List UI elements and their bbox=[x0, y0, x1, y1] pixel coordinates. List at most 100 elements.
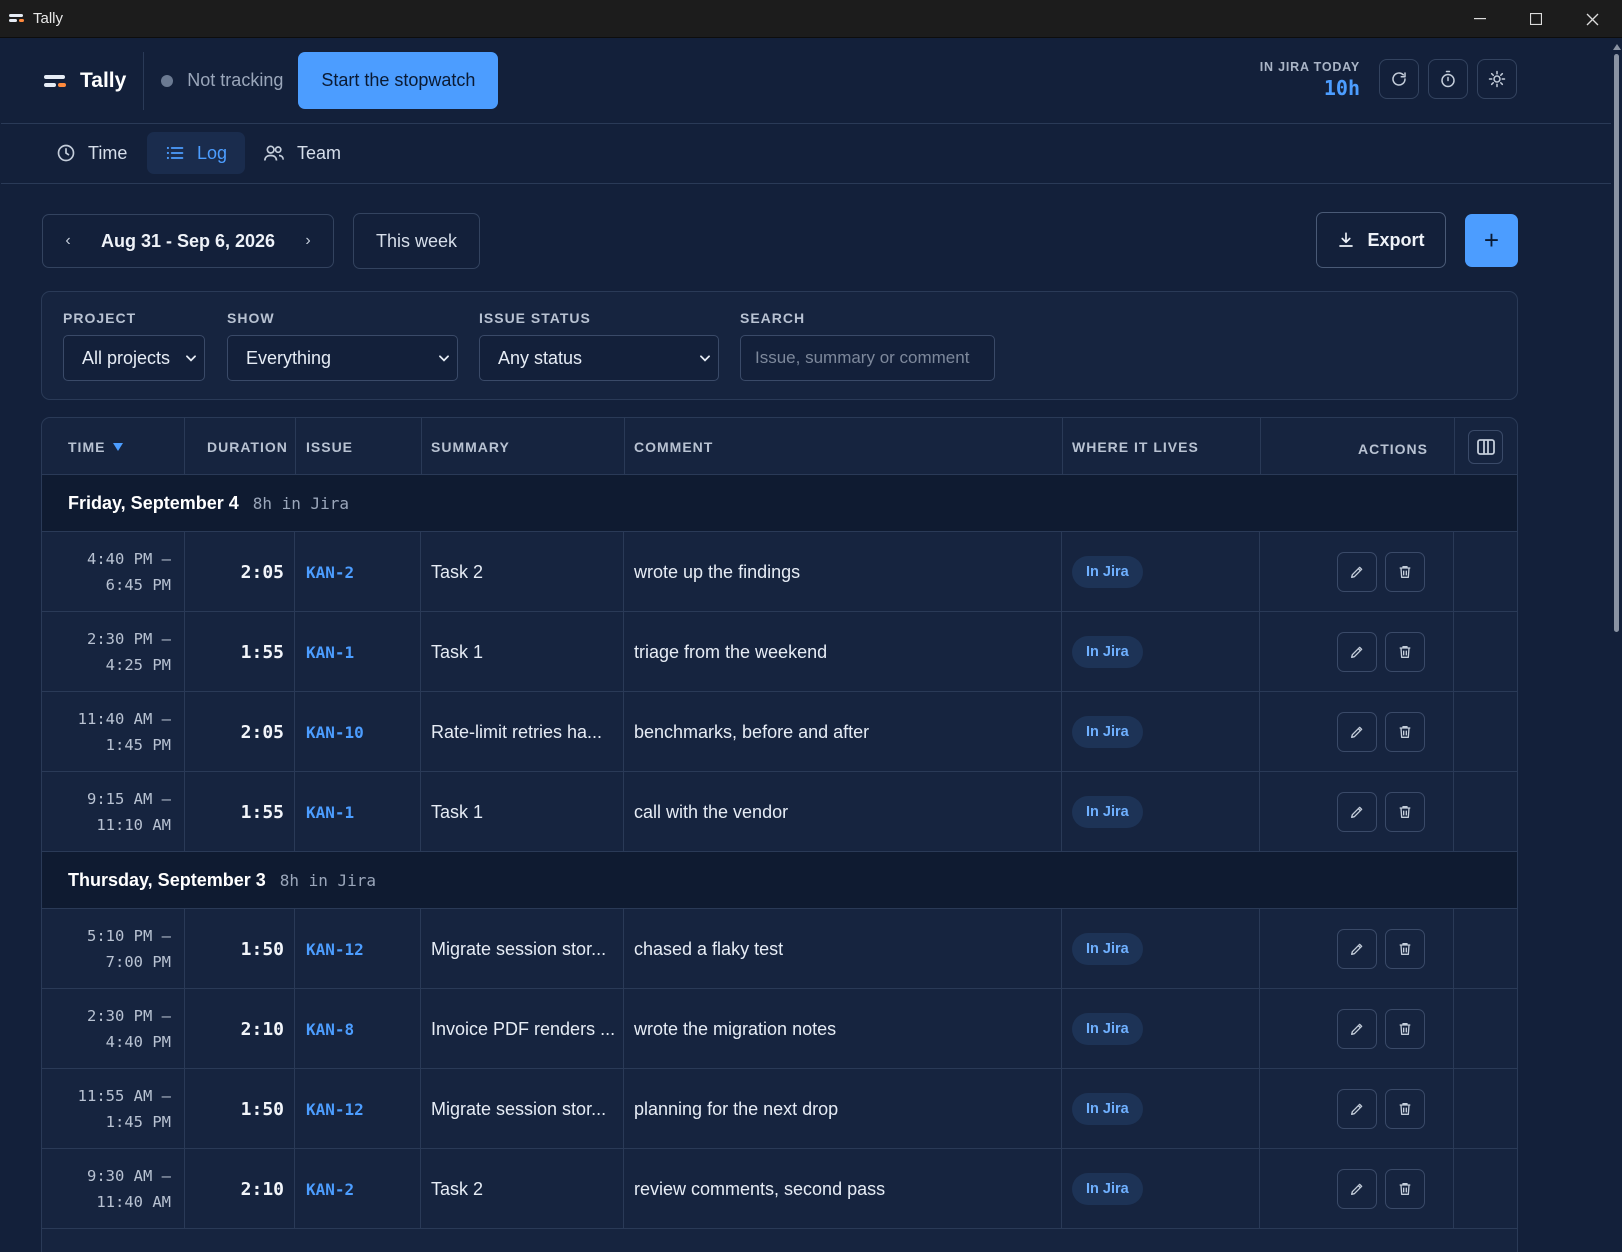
day-group-total: 8h in Jira bbox=[252, 493, 350, 513]
entry-issue-link[interactable]: KAN-1 bbox=[295, 612, 421, 692]
search-input[interactable]: Issue, summary or comment bbox=[740, 335, 995, 381]
day-group-title: Thursday, September 3 bbox=[68, 869, 266, 890]
in-jira-badge: In Jira bbox=[1072, 556, 1143, 588]
edit-entry-button[interactable] bbox=[1337, 1009, 1377, 1049]
trash-icon bbox=[1399, 1103, 1411, 1115]
table-row[interactable]: 4:40 PM – 6:45 PM 2:05 KAN-2 Task 2 wrote up … bbox=[42, 532, 1517, 612]
brand[interactable]: Tally bbox=[44, 69, 126, 93]
column-header-issue[interactable]: ISSUE bbox=[306, 418, 353, 475]
entry-issue-link[interactable]: KAN-2 bbox=[295, 1149, 421, 1229]
column-picker-button[interactable] bbox=[1468, 430, 1503, 464]
entry-actions bbox=[1260, 909, 1454, 989]
entry-actions bbox=[1260, 772, 1454, 852]
table-row[interactable]: 9:30 AM – 11:40 AM 2:10 KAN-2 Task 2 review c… bbox=[42, 1149, 1517, 1229]
entry-location: In Jira bbox=[1062, 1149, 1260, 1229]
day-group-title: Friday, September 4 bbox=[68, 492, 239, 513]
entry-issue-link[interactable]: KAN-2 bbox=[295, 532, 421, 612]
maximize-button[interactable] bbox=[1508, 0, 1564, 38]
entry-time-range: 9:15 AM – 11:10 AM bbox=[42, 772, 185, 852]
edit-entry-button[interactable] bbox=[1337, 1089, 1377, 1129]
clock-icon bbox=[57, 144, 75, 162]
entry-issue-link[interactable]: KAN-12 bbox=[295, 909, 421, 989]
delete-entry-button[interactable] bbox=[1385, 792, 1425, 832]
column-header-duration[interactable]: DURATION bbox=[207, 418, 288, 475]
entry-duration: 1:50 bbox=[185, 909, 295, 989]
columns-icon bbox=[1476, 439, 1495, 455]
entry-time-range: 4:40 PM – 6:45 PM bbox=[42, 532, 185, 612]
entry-issue-link[interactable]: KAN-12 bbox=[295, 1069, 421, 1149]
date-range-navigator: ‹ Aug 31 - Sep 6, 2026 › bbox=[42, 214, 334, 268]
edit-entry-button[interactable] bbox=[1337, 712, 1377, 752]
jira-today-label: IN JIRA TODAY bbox=[1259, 60, 1360, 74]
show-select[interactable]: Everything bbox=[227, 335, 458, 381]
in-jira-badge: In Jira bbox=[1072, 1173, 1143, 1205]
edit-entry-button[interactable] bbox=[1337, 1169, 1377, 1209]
delete-entry-button[interactable] bbox=[1385, 712, 1425, 752]
users-icon bbox=[264, 145, 284, 161]
theme-toggle-button[interactable] bbox=[1477, 59, 1517, 99]
entry-start-time: 2:30 PM – bbox=[87, 1007, 171, 1025]
in-jira-badge: In Jira bbox=[1072, 1013, 1143, 1045]
column-header-time[interactable]: TIME bbox=[68, 418, 124, 475]
search-placeholder: Issue, summary or comment bbox=[755, 348, 970, 367]
delete-entry-button[interactable] bbox=[1385, 1009, 1425, 1049]
column-header-where[interactable]: WHERE IT LIVES bbox=[1072, 418, 1199, 475]
entry-location: In Jira bbox=[1062, 692, 1260, 772]
sort-descending-icon bbox=[113, 442, 124, 451]
entry-comment: wrote the migration notes bbox=[624, 989, 1062, 1069]
trash-icon bbox=[1399, 943, 1411, 955]
edit-entry-button[interactable] bbox=[1337, 929, 1377, 969]
show-select-value: Everything bbox=[246, 347, 332, 368]
scrollbar-thumb[interactable] bbox=[1614, 54, 1619, 632]
delete-entry-button[interactable] bbox=[1385, 1169, 1425, 1209]
delete-entry-button[interactable] bbox=[1385, 632, 1425, 672]
stopwatch-button[interactable] bbox=[1428, 59, 1468, 99]
table-row[interactable]: 2:30 PM – 4:25 PM 1:55 KAN-1 Task 1 triage fr… bbox=[42, 612, 1517, 692]
table-row[interactable]: 11:55 AM – 1:45 PM 1:50 KAN-12 Migrate sessi… bbox=[42, 1069, 1517, 1149]
next-week-button[interactable]: › bbox=[283, 232, 333, 250]
column-header-summary[interactable]: SUMMARY bbox=[431, 418, 510, 475]
delete-entry-button[interactable] bbox=[1385, 929, 1425, 969]
tab-team[interactable]: Team bbox=[245, 132, 359, 174]
column-header-comment[interactable]: COMMENT bbox=[634, 418, 713, 475]
pencil-icon bbox=[1351, 726, 1363, 738]
entry-duration: 1:50 bbox=[185, 1069, 295, 1149]
column-divider bbox=[421, 418, 422, 475]
date-range-label[interactable]: Aug 31 - Sep 6, 2026 bbox=[93, 231, 283, 252]
tab-time[interactable]: Time bbox=[38, 132, 145, 174]
add-entry-button[interactable]: + bbox=[1465, 214, 1518, 267]
entry-comment: call with the vendor bbox=[624, 772, 1062, 852]
entry-end-time: 7:00 PM bbox=[105, 953, 171, 971]
table-row[interactable]: 9:15 AM – 11:10 AM 1:55 KAN-1 Task 1 call wit… bbox=[42, 772, 1517, 852]
pencil-icon bbox=[1351, 566, 1363, 578]
close-window-button[interactable] bbox=[1564, 0, 1620, 38]
status-select[interactable]: Any status bbox=[479, 335, 719, 381]
entry-issue-link[interactable]: KAN-1 bbox=[295, 772, 421, 852]
plus-icon: + bbox=[1483, 225, 1500, 255]
scroll-up-icon[interactable] bbox=[1613, 44, 1621, 50]
minimize-button[interactable] bbox=[1452, 0, 1508, 38]
chevron-down-icon bbox=[186, 355, 196, 362]
export-button[interactable]: Export bbox=[1316, 212, 1446, 268]
delete-entry-button[interactable] bbox=[1385, 1089, 1425, 1129]
edit-entry-button[interactable] bbox=[1337, 632, 1377, 672]
tab-log[interactable]: Log bbox=[147, 132, 246, 174]
refresh-button[interactable] bbox=[1379, 59, 1419, 99]
edit-entry-button[interactable] bbox=[1337, 552, 1377, 592]
edit-entry-button[interactable] bbox=[1337, 792, 1377, 832]
vertical-scrollbar[interactable] bbox=[1611, 38, 1622, 1252]
previous-week-button[interactable]: ‹ bbox=[43, 232, 93, 250]
time-log-table: TIME DURATION ISSUE SUMMARY COMMENT WHER… bbox=[41, 417, 1518, 1252]
start-stopwatch-button[interactable]: Start the stopwatch bbox=[298, 52, 499, 109]
table-row[interactable]: 5:10 PM – 7:00 PM 1:50 KAN-12 Migrate sessio… bbox=[42, 909, 1517, 989]
entry-time-range: 9:30 AM – 11:40 AM bbox=[42, 1149, 185, 1229]
entry-issue-link[interactable]: KAN-10 bbox=[295, 692, 421, 772]
entry-time-range: 11:40 AM – 1:45 PM bbox=[42, 692, 185, 772]
project-select[interactable]: All projects bbox=[63, 335, 205, 381]
entry-time-range: 11:55 AM – 1:45 PM bbox=[42, 1069, 185, 1149]
table-row[interactable]: 11:40 AM – 1:45 PM 2:05 KAN-10 Rate-limit re… bbox=[42, 692, 1517, 772]
entry-issue-link[interactable]: KAN-8 bbox=[295, 989, 421, 1069]
delete-entry-button[interactable] bbox=[1385, 552, 1425, 592]
table-row[interactable]: 2:30 PM – 4:40 PM 2:10 KAN-8 Invoice PDF ren… bbox=[42, 989, 1517, 1069]
this-week-button[interactable]: This week bbox=[353, 213, 480, 269]
